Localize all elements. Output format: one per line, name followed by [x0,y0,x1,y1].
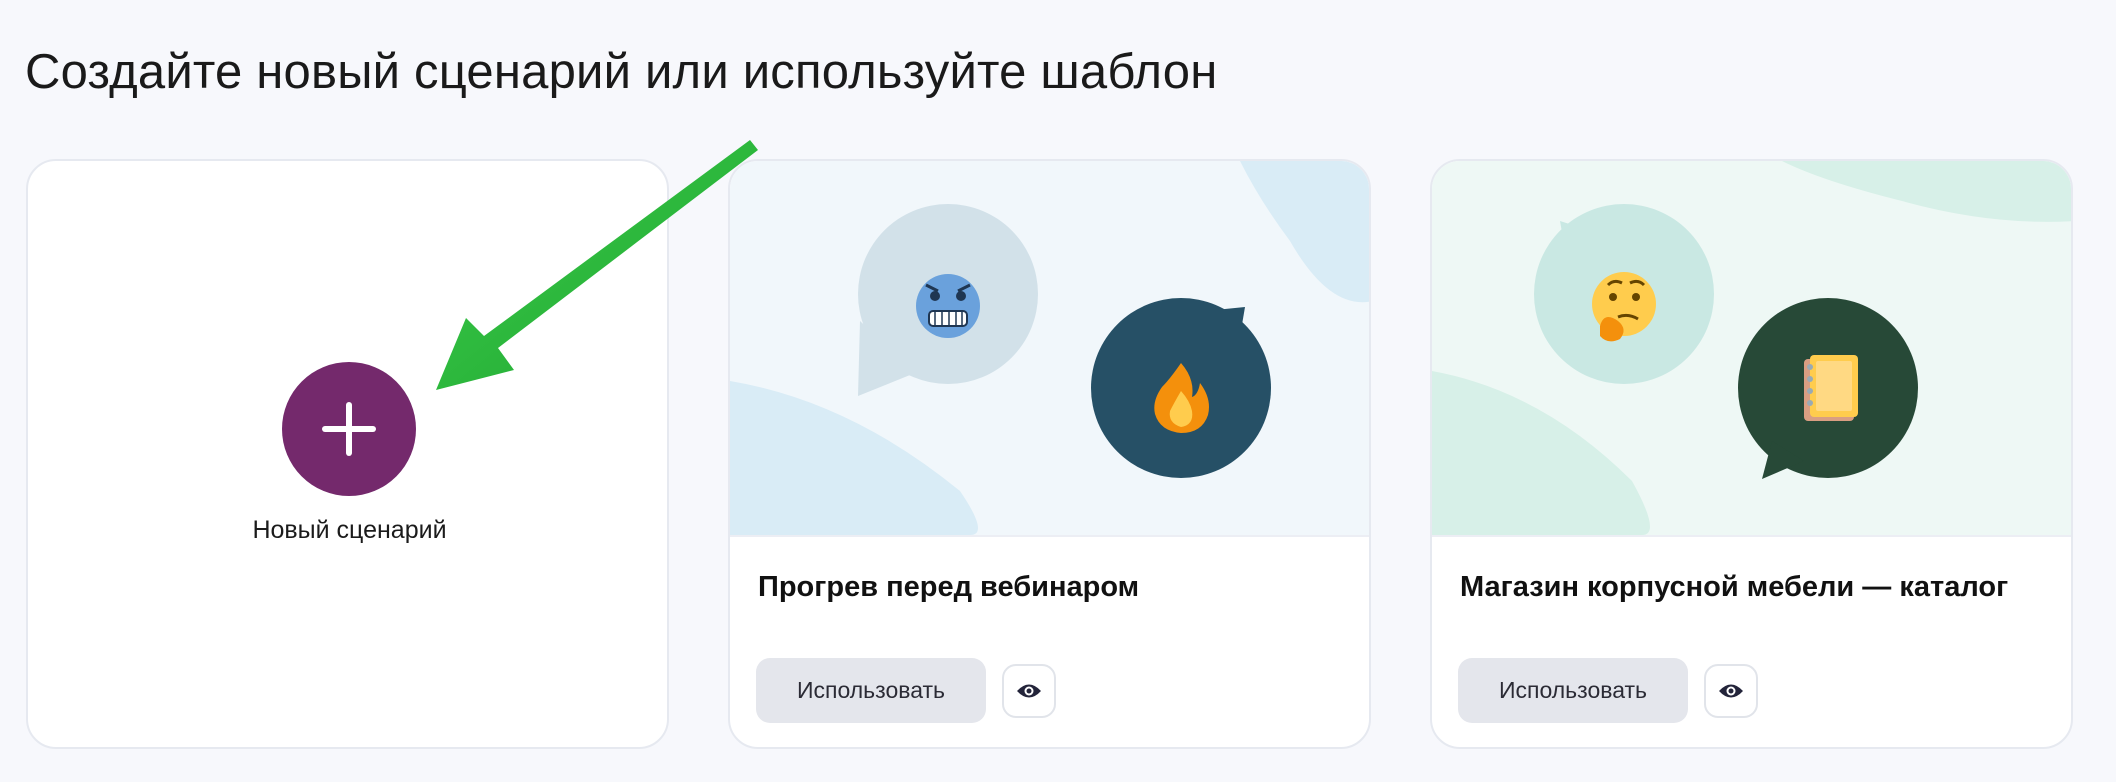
preview-button[interactable] [1002,664,1056,718]
use-template-button[interactable]: Использовать [756,658,986,723]
eye-icon [1017,684,1041,698]
fire-emoji [1154,363,1209,433]
template-title: Магазин корпусной мебели — каталог [1460,571,2009,603]
use-template-button[interactable]: Использовать [1458,658,1688,723]
template-card-webinar[interactable]: Прогрев перед вебинаром Использовать [728,159,1371,749]
template-illustration [1432,161,2071,537]
page-title: Создайте новый сценарий или используйте … [25,45,1218,99]
template-title: Прогрев перед вебинаром [758,571,1140,603]
new-scenario-card[interactable]: Новый сценарий [26,159,669,749]
template-illustration [730,161,1369,537]
template-card-furniture[interactable]: Магазин корпусной мебели — каталог Испол… [1430,159,2073,749]
notebook-emoji [1804,355,1858,421]
plus-icon[interactable] [282,362,416,496]
eye-icon [1719,684,1743,698]
preview-button[interactable] [1704,664,1758,718]
new-scenario-label: Новый сценарий [252,516,447,544]
